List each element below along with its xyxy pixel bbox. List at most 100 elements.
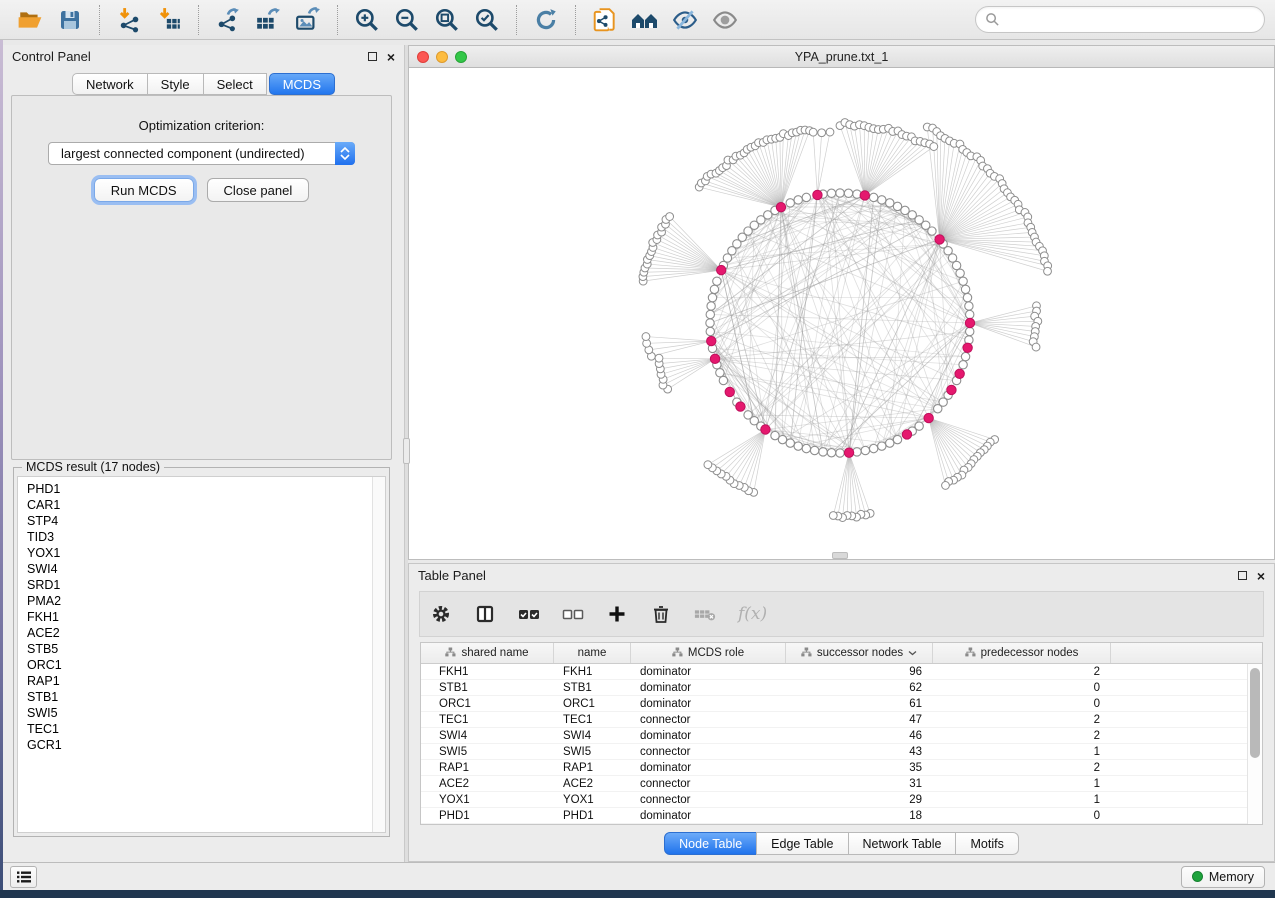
export-image-button[interactable]: [291, 4, 325, 36]
mcds-result-item[interactable]: CAR1: [27, 497, 385, 513]
mcds-node[interactable]: [813, 190, 822, 199]
column-visibility-button[interactable]: [474, 603, 496, 625]
graph-node[interactable]: [706, 327, 714, 335]
window-minimize-button[interactable]: [436, 51, 448, 63]
mcds-result-item[interactable]: YOX1: [27, 545, 385, 561]
graph-node[interactable]: [819, 448, 827, 456]
graph-node[interactable]: [810, 446, 818, 454]
mcds-node[interactable]: [725, 387, 734, 396]
float-table-panel-icon[interactable]: [1238, 571, 1247, 580]
graph-leaf-node[interactable]: [1044, 267, 1052, 275]
graph-leaf-node[interactable]: [829, 512, 837, 520]
graph-node[interactable]: [836, 189, 844, 197]
column-header-name[interactable]: name: [554, 643, 631, 663]
mcds-node[interactable]: [963, 343, 972, 352]
mcds-node[interactable]: [736, 402, 745, 411]
table-row[interactable]: ACE2ACE2connector311: [421, 776, 1247, 792]
mcds-result-list[interactable]: PHD1CAR1STP4TID3YOX1SWI4SRD1PMA2FKH1ACE2…: [17, 476, 386, 833]
refresh-button[interactable]: [529, 4, 563, 36]
graph-node[interactable]: [713, 277, 721, 285]
home-networks-button[interactable]: [628, 4, 662, 36]
save-session-button[interactable]: [53, 4, 87, 36]
table-row[interactable]: FKH1FKH1dominator962: [421, 664, 1247, 680]
mcds-node[interactable]: [947, 385, 956, 394]
graph-node[interactable]: [959, 361, 967, 369]
tab-style[interactable]: Style: [147, 73, 204, 95]
mcds-node[interactable]: [776, 202, 785, 211]
import-table-button[interactable]: [152, 4, 186, 36]
export-network-button[interactable]: [211, 4, 245, 36]
column-header-shared-name[interactable]: shared name: [421, 643, 554, 663]
graph-node[interactable]: [710, 285, 718, 293]
graph-node[interactable]: [878, 442, 886, 450]
select-all-rows-button[interactable]: [518, 603, 540, 625]
graph-node[interactable]: [802, 444, 810, 452]
float-panel-icon[interactable]: [368, 52, 377, 61]
zoom-out-button[interactable]: [390, 4, 424, 36]
table-row[interactable]: SWI5SWI5connector431: [421, 744, 1247, 760]
mcds-result-item[interactable]: PMA2: [27, 593, 385, 609]
graph-node[interactable]: [966, 310, 974, 318]
show-task-history-button[interactable]: [10, 866, 37, 888]
table-settings-button[interactable]: [430, 603, 452, 625]
tab-network-table[interactable]: Network Table: [848, 832, 957, 855]
graph-node[interactable]: [827, 449, 835, 457]
mcds-result-item[interactable]: GCR1: [27, 737, 385, 753]
graph-node[interactable]: [952, 261, 960, 269]
graph-node[interactable]: [716, 369, 724, 377]
mcds-node[interactable]: [902, 430, 911, 439]
graph-leaf-node[interactable]: [1032, 343, 1040, 351]
column-header-predecessor-nodes[interactable]: predecessor nodes: [933, 643, 1111, 663]
graph-node[interactable]: [844, 189, 852, 197]
close-table-panel-icon[interactable]: ×: [1257, 569, 1265, 583]
mcds-result-item[interactable]: TID3: [27, 529, 385, 545]
graph-leaf-node[interactable]: [818, 129, 826, 137]
show-graphics-details-button[interactable]: [708, 4, 742, 36]
graph-node[interactable]: [719, 376, 727, 384]
column-header-successor-nodes[interactable]: successor nodes: [786, 643, 933, 663]
graph-leaf-node[interactable]: [809, 128, 817, 136]
add-column-button[interactable]: [606, 603, 628, 625]
graph-node[interactable]: [886, 199, 894, 207]
tab-select[interactable]: Select: [203, 73, 267, 95]
graph-leaf-node[interactable]: [826, 128, 834, 136]
mcds-node[interactable]: [860, 191, 869, 200]
mcds-node[interactable]: [717, 265, 726, 274]
graph-node[interactable]: [706, 319, 714, 327]
mcds-result-item[interactable]: ACE2: [27, 625, 385, 641]
graph-node[interactable]: [744, 411, 752, 419]
hide-graphics-details-button[interactable]: [668, 4, 702, 36]
graph-node[interactable]: [708, 293, 716, 301]
mcds-node[interactable]: [844, 448, 853, 457]
network-window-titlebar[interactable]: YPA_prune.txt_1: [409, 46, 1274, 68]
tab-node-table[interactable]: Node Table: [664, 832, 757, 855]
graph-node[interactable]: [966, 327, 974, 335]
graph-node[interactable]: [886, 439, 894, 447]
tab-network[interactable]: Network: [72, 73, 148, 95]
graph-node[interactable]: [827, 189, 835, 197]
graph-node[interactable]: [794, 196, 802, 204]
open-session-button[interactable]: [13, 4, 47, 36]
network-canvas[interactable]: [409, 68, 1274, 559]
graph-leaf-node[interactable]: [666, 213, 674, 221]
graph-node[interactable]: [869, 193, 877, 201]
mcds-node[interactable]: [965, 318, 974, 327]
apply-function-button[interactable]: f(x): [738, 604, 767, 624]
close-panel-icon[interactable]: ×: [387, 50, 395, 64]
mcds-node[interactable]: [955, 369, 964, 378]
graph-leaf-node[interactable]: [704, 461, 712, 469]
zoom-in-button[interactable]: [350, 4, 384, 36]
delete-columns-button[interactable]: [650, 603, 672, 625]
graph-node[interactable]: [707, 302, 715, 310]
graph-node[interactable]: [802, 193, 810, 201]
table-row[interactable]: STB1STB1dominator620: [421, 680, 1247, 696]
table-row[interactable]: PHD1PHD1dominator180: [421, 808, 1247, 824]
deselect-all-rows-button[interactable]: [562, 603, 584, 625]
graph-node[interactable]: [956, 269, 964, 277]
graph-node[interactable]: [861, 446, 869, 454]
export-table-button[interactable]: [251, 4, 285, 36]
tab-motifs[interactable]: Motifs: [955, 832, 1018, 855]
graph-node[interactable]: [771, 431, 779, 439]
run-mcds-button[interactable]: Run MCDS: [94, 178, 194, 202]
mcds-node[interactable]: [710, 354, 719, 363]
